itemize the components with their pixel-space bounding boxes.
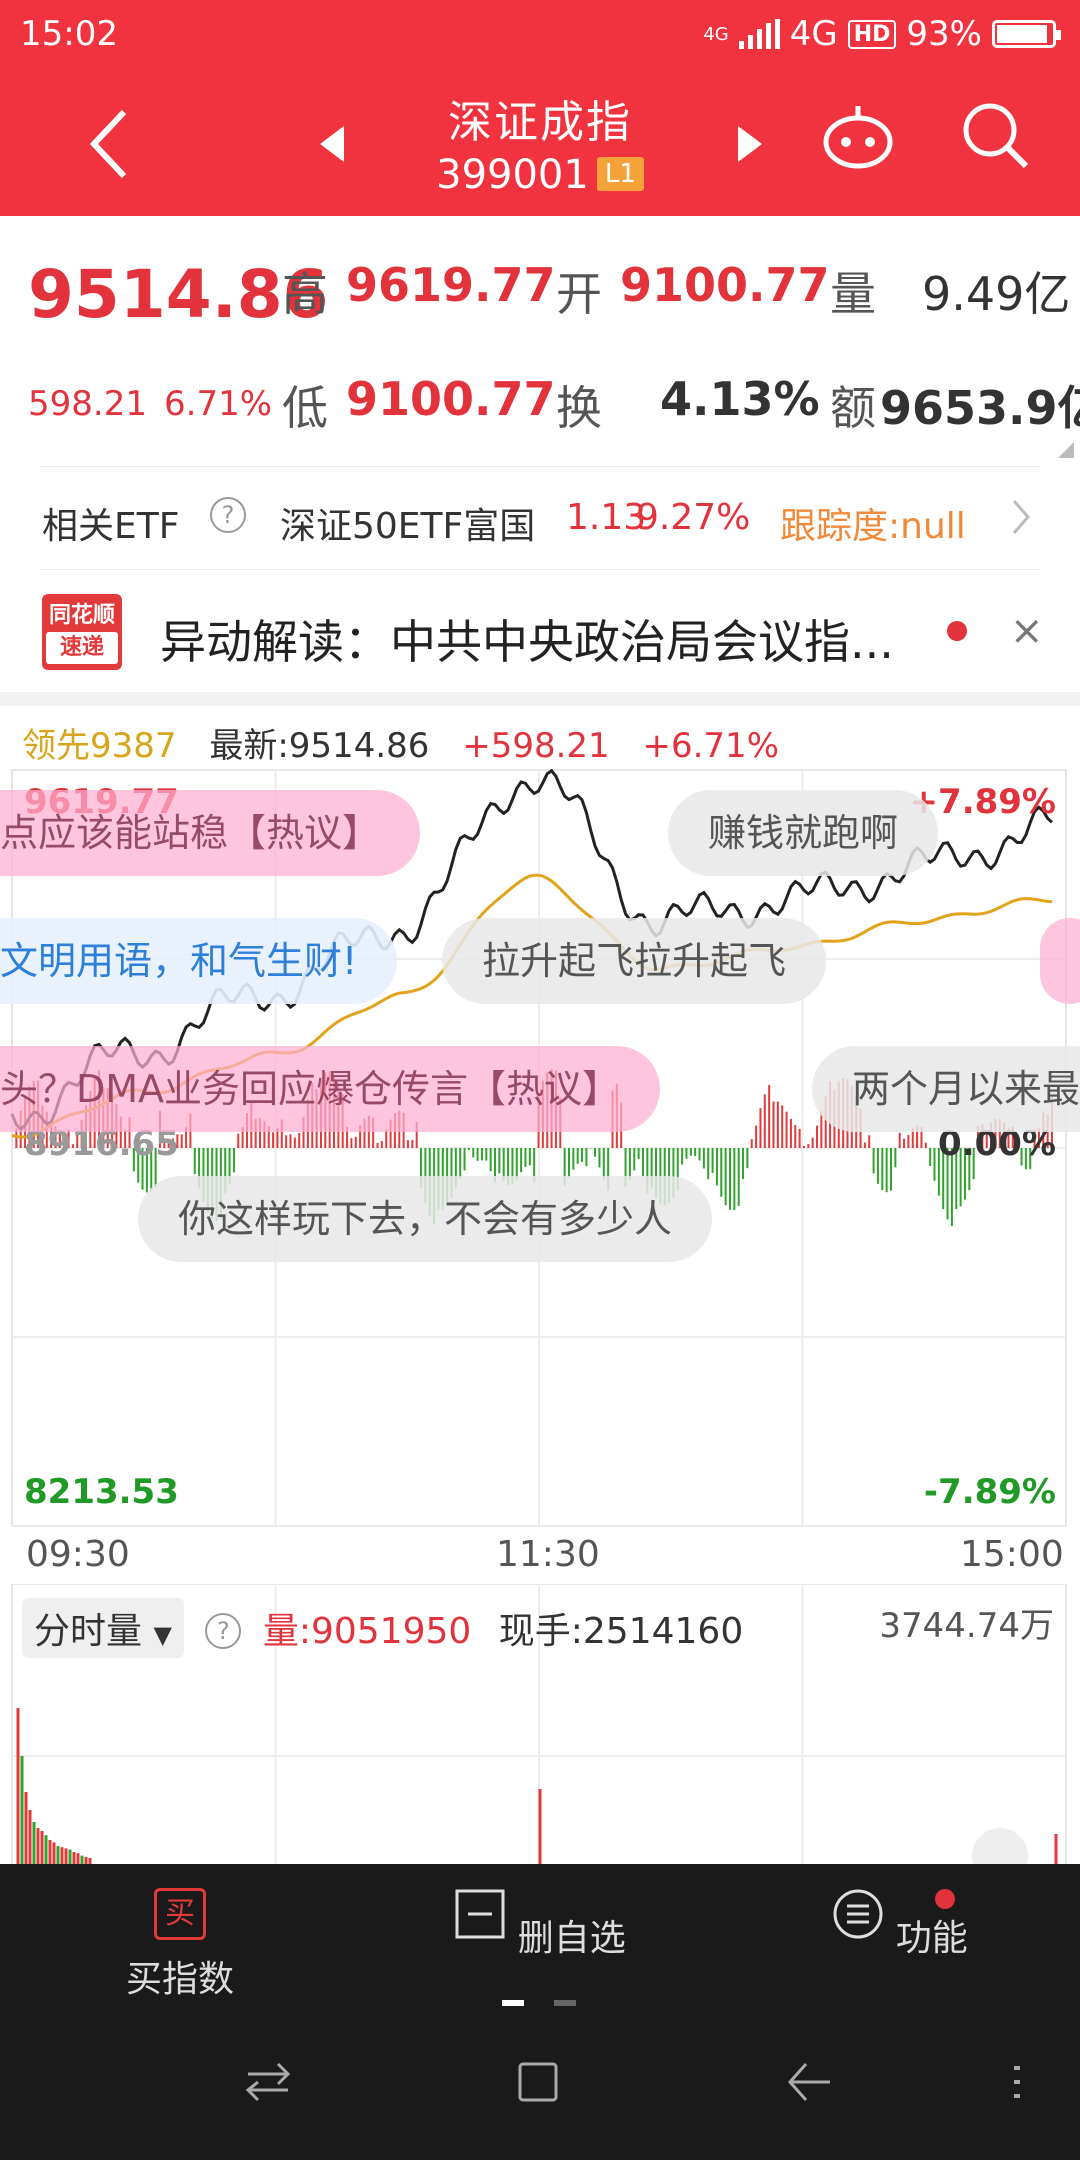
stock-code: 399001 [436, 152, 589, 198]
volume-value: 9.49亿 [922, 267, 1071, 321]
high-label: 高 [282, 267, 328, 321]
screen: 15:02 4G 4G HD 93% 深证成指 399001 L1 9514.86… [0, 0, 1080, 2160]
x-label-noon: 11:30 [496, 1534, 600, 1575]
page-title: 深证成指 [448, 97, 632, 148]
buy-index-button[interactable]: 买 买指数 [80, 1888, 280, 2002]
low-label: 低 [282, 381, 328, 435]
danmaku-bubble-partial[interactable] [1040, 918, 1080, 1004]
amount-value: 9653.9亿 [880, 381, 1080, 435]
x-label-close: 15:00 [960, 1534, 1064, 1575]
news-logo: 同花顺 速递 [42, 594, 122, 670]
signal-icon [738, 19, 780, 49]
x-label-open: 09:30 [26, 1534, 130, 1575]
close-icon[interactable]: × [1010, 608, 1044, 654]
level-tag: L1 [596, 157, 644, 191]
menu-circle-icon [833, 1889, 883, 1939]
function-button[interactable]: 功能 [800, 1888, 1000, 1961]
volume-selector[interactable]: 分时量 ▼ [22, 1598, 184, 1658]
volume-value: 量:9051950 [262, 1611, 472, 1652]
stock-code-row: 399001 L1 [0, 152, 1080, 198]
function-label: 功能 [895, 1918, 968, 1959]
low-value: 9100.77 [346, 372, 556, 426]
danmaku-bubble[interactable]: 文明用语，和气生财! [0, 918, 398, 1004]
buy-icon-text: 买 [165, 1896, 195, 1931]
bottom-nav: 买 买指数 删自选 功能 [0, 1864, 1080, 2160]
robot-icon[interactable] [822, 100, 894, 172]
pager-dot-active [502, 2000, 524, 2006]
buy-icon: 买 [154, 1888, 206, 1940]
status-time: 15:02 [20, 14, 118, 54]
etf-price: 1.13 [566, 497, 647, 538]
home-icon[interactable] [516, 2060, 560, 2104]
network-small-label: 4G [703, 23, 729, 45]
status-right: 4G 4G HD 93% [703, 14, 1061, 54]
danmaku-bubble[interactable]: 两个月以来最 [812, 1046, 1080, 1132]
news-logo-top: 同花顺 [48, 603, 115, 628]
header: 深证成指 399001 L1 [0, 74, 1080, 216]
price-change-pct: 6.71% [164, 384, 273, 424]
chevron-right-icon[interactable] [1010, 497, 1032, 537]
etf-label: 相关ETF [42, 506, 180, 547]
notification-dot-icon [935, 1889, 955, 1909]
volume-max: 3744.74万 [879, 1606, 1054, 1646]
open-label: 开 [556, 267, 602, 321]
danmaku-bubble[interactable]: 你这样玩下去，不会有多少人 [138, 1176, 713, 1262]
etf-name: 深证50ETF富国 [280, 506, 536, 547]
high-value: 9619.77 [346, 258, 556, 312]
etf-pct: 9.27% [636, 497, 751, 538]
turnover-value: 4.13% [660, 372, 820, 426]
network-label: 4G [789, 14, 838, 54]
next-stock-icon[interactable] [734, 124, 764, 164]
quote-panel: 9514.86 598.21 6.71% 高 9619.77 开 9100.77… [0, 216, 1080, 466]
danmaku-bubble[interactable]: 头？DMA业务回应爆仓传言【热议】 [0, 1046, 661, 1132]
volume-help-icon[interactable]: ? [205, 1613, 242, 1649]
volume-label: 量 [830, 267, 876, 321]
pct-bottom-label: -7.89% [923, 1472, 1056, 1512]
volume-selector-label: 分时量 [34, 1611, 143, 1652]
etf-tracking: 跟踪度:null [780, 506, 966, 547]
turnover-label: 换 [556, 381, 602, 435]
unread-dot-icon [947, 621, 967, 641]
danmaku-bubble[interactable]: 点应该能站稳【热议】 [0, 790, 421, 876]
status-bar: 15:02 4G 4G HD 93% [0, 0, 1080, 74]
danmaku-bubble[interactable]: 拉升起飞拉升起飞 [442, 918, 827, 1004]
section-divider [0, 692, 1080, 706]
scroll-handle-icon [972, 1828, 1028, 1864]
more-icon[interactable] [1010, 2060, 1024, 2104]
expand-corner-icon[interactable] [1058, 442, 1074, 458]
open-value: 9100.77 [620, 258, 830, 312]
related-etf-row[interactable]: 相关ETF ? 深证50ETF富国 1.13 9.27% 跟踪度:null [40, 466, 1040, 570]
etf-help-icon[interactable]: ? [210, 497, 246, 533]
chevron-down-icon: ▼ [153, 1621, 172, 1649]
battery-icon [992, 20, 1061, 48]
volume-info: 分时量 ▼ ? 量:9051950 现手:2514160 [22, 1598, 743, 1658]
minus-square-icon [455, 1889, 505, 1939]
back-nav-icon[interactable] [786, 2060, 834, 2104]
price-change: 598.21 [28, 384, 147, 424]
news-bar[interactable]: 同花顺 速递 异动解读：中共中央政治局会议指... × [0, 572, 1080, 692]
remove-watchlist-label: 删自选 [517, 1918, 626, 1959]
amount-label: 额 [830, 381, 876, 435]
danmaku-bubble[interactable]: 赚钱就跑啊 [668, 790, 939, 876]
buy-index-label: 买指数 [125, 1959, 234, 2000]
news-text[interactable]: 异动解读：中共中央政治局会议指... [160, 606, 894, 672]
current-hand: 现手:2514160 [498, 1611, 744, 1652]
switch-icon[interactable] [244, 2060, 292, 2104]
news-logo-bottom: 速递 [46, 632, 118, 664]
pager-dot [554, 2000, 576, 2006]
search-icon[interactable] [960, 100, 1030, 170]
remove-watchlist-button[interactable]: 删自选 [440, 1888, 640, 1961]
hd-badge: HD [847, 19, 897, 49]
y-bottom-label: 8213.53 [24, 1472, 179, 1512]
battery-percent: 93% [906, 14, 982, 54]
